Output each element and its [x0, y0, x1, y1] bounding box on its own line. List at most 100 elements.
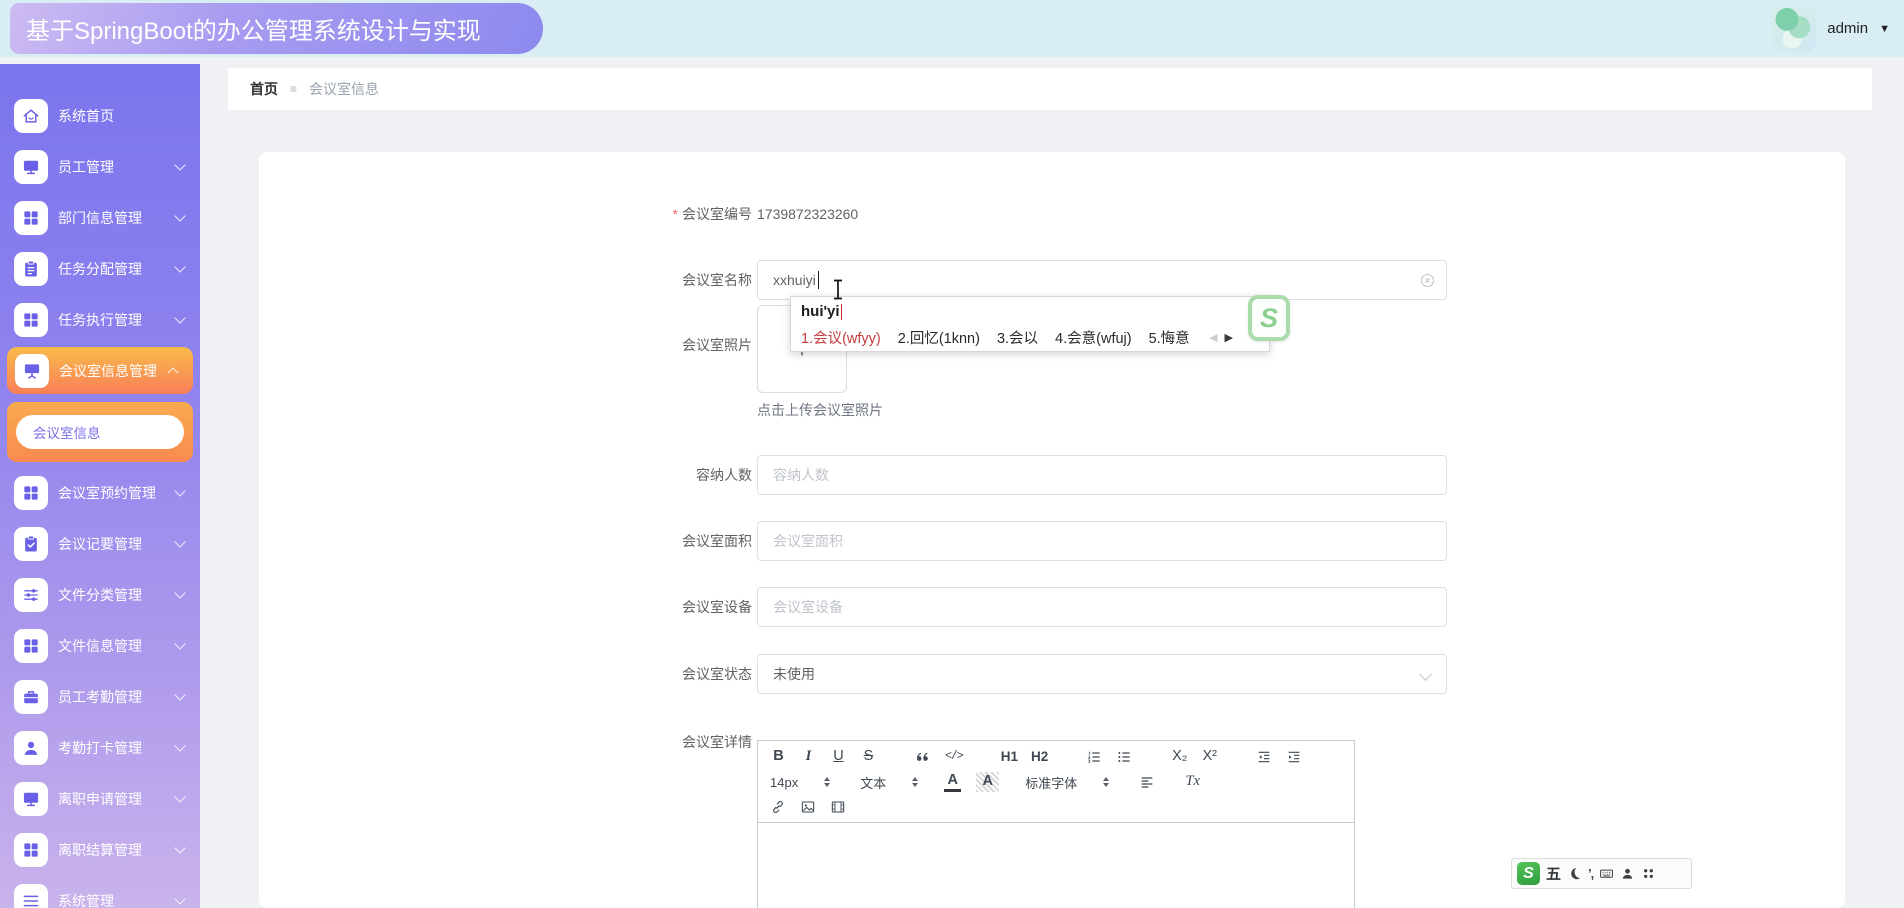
grid-icon — [14, 303, 48, 337]
equipment-input[interactable] — [757, 587, 1447, 627]
outdent-button[interactable] — [1256, 749, 1273, 765]
sidebar-item-5[interactable]: 会议室信息管理 — [7, 347, 193, 394]
app-title: 基于SpringBoot的办公管理系统设计与实现 — [26, 11, 481, 46]
sidebar-item-10[interactable]: 员工考勤管理 — [0, 671, 200, 722]
photo-upload-hint: 点击上传会议室照片 — [757, 400, 883, 420]
sidebar-item-1[interactable]: 员工管理 — [0, 141, 200, 192]
briefcase-icon — [14, 680, 48, 714]
chevron-down-icon: ▼ — [1879, 23, 1890, 35]
apps-icon[interactable] — [1641, 866, 1656, 881]
ime-candidate-2[interactable]: 2.回忆(1knn) — [898, 327, 980, 348]
spinner-arrows-icon — [1103, 777, 1109, 788]
room-name-input[interactable]: xxhuiyi — [757, 260, 1447, 300]
ime-candidate-3[interactable]: 3.会以 — [997, 327, 1038, 348]
sidebar-item-9[interactable]: 文件信息管理 — [0, 620, 200, 671]
chevron-down-icon — [174, 842, 185, 853]
sidebar-item-label: 会议记要管理 — [58, 534, 142, 554]
sidebar-item-12[interactable]: 离职申请管理 — [0, 773, 200, 824]
sliders-icon — [14, 578, 48, 612]
paragraph-style-select[interactable]: 文本 — [860, 773, 918, 792]
link-button[interactable] — [770, 799, 787, 815]
align-button[interactable] — [1139, 774, 1156, 790]
header-1-button[interactable]: H1 — [1001, 749, 1018, 765]
punctuation-icon[interactable]: ’, — [1588, 866, 1593, 881]
sidebar-item-13[interactable]: 离职结算管理 — [0, 824, 200, 875]
superscript-button[interactable]: X² — [1201, 748, 1218, 765]
code-block-button[interactable]: </> — [945, 750, 963, 764]
list-icon — [14, 884, 48, 908]
ime-candidate-1[interactable]: 1.会议(wfyy) — [801, 327, 881, 348]
font-family-value: 标准字体 — [1025, 773, 1077, 792]
blockquote-button[interactable] — [915, 749, 932, 765]
sidebar-item-4[interactable]: 任务执行管理 — [0, 294, 200, 345]
text-color-button[interactable]: A — [944, 773, 961, 792]
ime-prev-page-icon[interactable]: ◀ — [1209, 331, 1217, 344]
user-icon[interactable] — [1620, 866, 1635, 881]
underline-button[interactable]: U — [830, 748, 847, 765]
user-menu[interactable]: admin ▼ — [1772, 0, 1890, 57]
sidebar-item-6[interactable]: 会议室预约管理 — [0, 467, 200, 518]
italic-button[interactable]: I — [800, 748, 817, 765]
clear-format-button[interactable]: Tx — [1184, 773, 1201, 790]
rich-text-editor: BIUS </> H1 H2 X₂ X² 14px 文本 A A 标准字体 — [757, 740, 1355, 908]
sidebar-item-label: 离职申请管理 — [58, 789, 142, 809]
sidebar-item-2[interactable]: 部门信息管理 — [0, 192, 200, 243]
wubi-mode-indicator[interactable]: 五 — [1546, 863, 1561, 884]
sidebar-item-0[interactable]: 系统首页 — [0, 90, 200, 141]
sidebar-item-8[interactable]: 文件分类管理 — [0, 569, 200, 620]
grid-icon — [14, 201, 48, 235]
sidebar-submenu: 会议室信息 — [7, 402, 193, 462]
chevron-down-icon — [174, 485, 185, 496]
clipboard-check-icon — [14, 527, 48, 561]
editor-toolbar: BIUS </> H1 H2 X₂ X² 14px 文本 A A 标准字体 — [758, 741, 1354, 823]
chevron-down-icon — [1419, 668, 1432, 681]
sidebar-item-7[interactable]: 会议记要管理 — [0, 518, 200, 569]
breadcrumb-home[interactable]: 首页 — [250, 79, 278, 99]
header-2-button[interactable]: H2 — [1031, 749, 1048, 765]
keyboard-icon[interactable] — [1599, 866, 1614, 881]
sidebar-subitem-0[interactable]: 会议室信息 — [16, 415, 184, 449]
room-name-value: xxhuiyi — [773, 272, 816, 288]
editor-content-area[interactable] — [758, 823, 1354, 908]
bullet-list-button[interactable] — [1116, 749, 1133, 765]
chevron-down-icon — [174, 587, 185, 598]
moon-icon[interactable] — [1567, 866, 1582, 881]
ime-candidate-5[interactable]: 5.悔意 — [1149, 327, 1190, 348]
ordered-list-button[interactable] — [1086, 749, 1103, 765]
sidebar-item-label: 系统管理 — [58, 891, 114, 908]
sidebar-item-11[interactable]: 考勤打卡管理 — [0, 722, 200, 773]
subscript-button[interactable]: X₂ — [1171, 748, 1188, 765]
capacity-input[interactable] — [757, 455, 1447, 495]
sidebar-item-3[interactable]: 任务分配管理 — [0, 243, 200, 294]
grid-icon — [14, 476, 48, 510]
form-card: *会议室编号 1739872323260 会议室名称 xxhuiyi 会议室照片… — [259, 152, 1845, 908]
sidebar-item-label: 离职结算管理 — [58, 840, 142, 860]
strike-button[interactable]: S — [860, 748, 877, 765]
clear-input-icon[interactable] — [1419, 272, 1436, 289]
sidebar-item-label: 会议室预约管理 — [58, 483, 156, 503]
breadcrumb-separator-icon: ≡ — [290, 82, 297, 96]
status-select[interactable]: 未使用 — [757, 654, 1447, 694]
room-photo-label: 会议室照片 — [259, 325, 752, 365]
indent-button[interactable] — [1286, 749, 1303, 765]
avatar — [1772, 7, 1816, 51]
image-button[interactable] — [800, 799, 817, 815]
area-label: 会议室面积 — [259, 521, 752, 561]
font-family-select[interactable]: 标准字体 — [1025, 773, 1109, 792]
video-button[interactable] — [830, 799, 847, 815]
highlight-color-button[interactable]: A — [976, 772, 999, 791]
ime-candidate-4[interactable]: 4.会意(wfuj) — [1055, 327, 1132, 348]
area-input[interactable] — [757, 521, 1447, 561]
chevron-down-icon — [174, 210, 185, 221]
ime-candidate-window: hui'yi 1.会议(wfyy)2.回忆(1knn)3.会以4.会意(wfuj… — [790, 296, 1270, 352]
status-value: 未使用 — [773, 664, 815, 684]
sidebar-item-label: 会议室信息管理 — [59, 361, 157, 381]
sogou-logo[interactable]: S — [1517, 862, 1540, 885]
bold-button[interactable]: B — [770, 748, 787, 765]
font-size-select[interactable]: 14px — [770, 775, 830, 790]
ime-caret — [841, 304, 843, 320]
chevron-down-icon — [174, 689, 185, 700]
editor-toolbar-row2: 14px 文本 A A 标准字体 Tx — [770, 772, 1342, 791]
sidebar-item-14[interactable]: 系统管理 — [0, 875, 200, 908]
ime-next-page-icon[interactable]: ▶ — [1225, 331, 1233, 344]
